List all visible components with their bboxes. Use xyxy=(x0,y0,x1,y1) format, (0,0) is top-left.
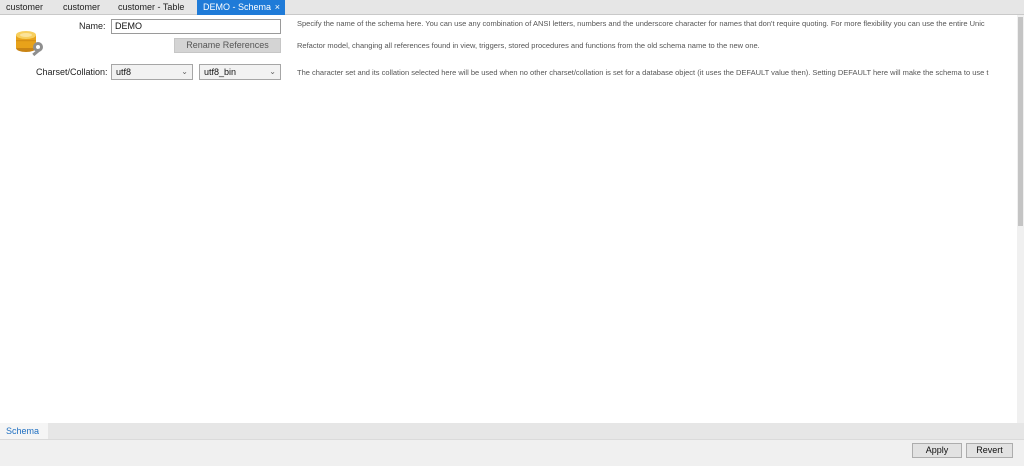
tab-label: DEMO - Schema xyxy=(203,2,272,12)
tab-demo-schema[interactable]: DEMO - Schema × xyxy=(197,0,285,15)
charset-collation-label: Charset/Collation: xyxy=(36,67,108,77)
chevron-down-icon: ⌄ xyxy=(269,67,276,76)
rename-description: Refactor model, changing all references … xyxy=(297,41,760,50)
scrollbar-thumb[interactable] xyxy=(1018,17,1023,226)
revert-button[interactable]: Revert xyxy=(966,443,1013,458)
tab-customer-1[interactable]: customer xyxy=(0,0,52,15)
charset-value: utf8 xyxy=(116,67,132,77)
tab-schema[interactable]: Schema xyxy=(0,423,48,439)
schema-name-input[interactable]: DEMO xyxy=(111,19,281,34)
chevron-down-icon: ⌄ xyxy=(181,67,188,76)
name-label: Name: xyxy=(79,21,106,31)
close-icon[interactable]: × xyxy=(275,0,280,15)
tab-label: customer - Table xyxy=(118,2,185,12)
database-wrench-icon xyxy=(14,27,46,57)
editor-tab-bar: customer customer customer - Table DEMO … xyxy=(0,0,1024,15)
rename-references-button[interactable]: Rename References xyxy=(174,38,281,53)
tab-label: customer xyxy=(6,2,44,12)
tab-label: customer xyxy=(63,2,101,12)
apply-button[interactable]: Apply xyxy=(912,443,962,458)
footer-bar: Apply Revert xyxy=(0,439,1024,466)
tab-customer-table[interactable]: customer - Table xyxy=(112,0,197,15)
name-description: Specify the name of the schema here. You… xyxy=(297,19,985,28)
collation-select[interactable]: utf8_bin ⌄ xyxy=(199,64,281,80)
charset-select[interactable]: utf8 ⌄ xyxy=(111,64,193,80)
tab-customer-2[interactable]: customer xyxy=(57,0,112,15)
bottom-tab-bar: Schema xyxy=(0,423,1024,439)
collation-value: utf8_bin xyxy=(204,67,237,77)
charset-description: The character set and its collation sele… xyxy=(297,68,989,77)
vertical-scrollbar[interactable] xyxy=(1017,15,1024,423)
